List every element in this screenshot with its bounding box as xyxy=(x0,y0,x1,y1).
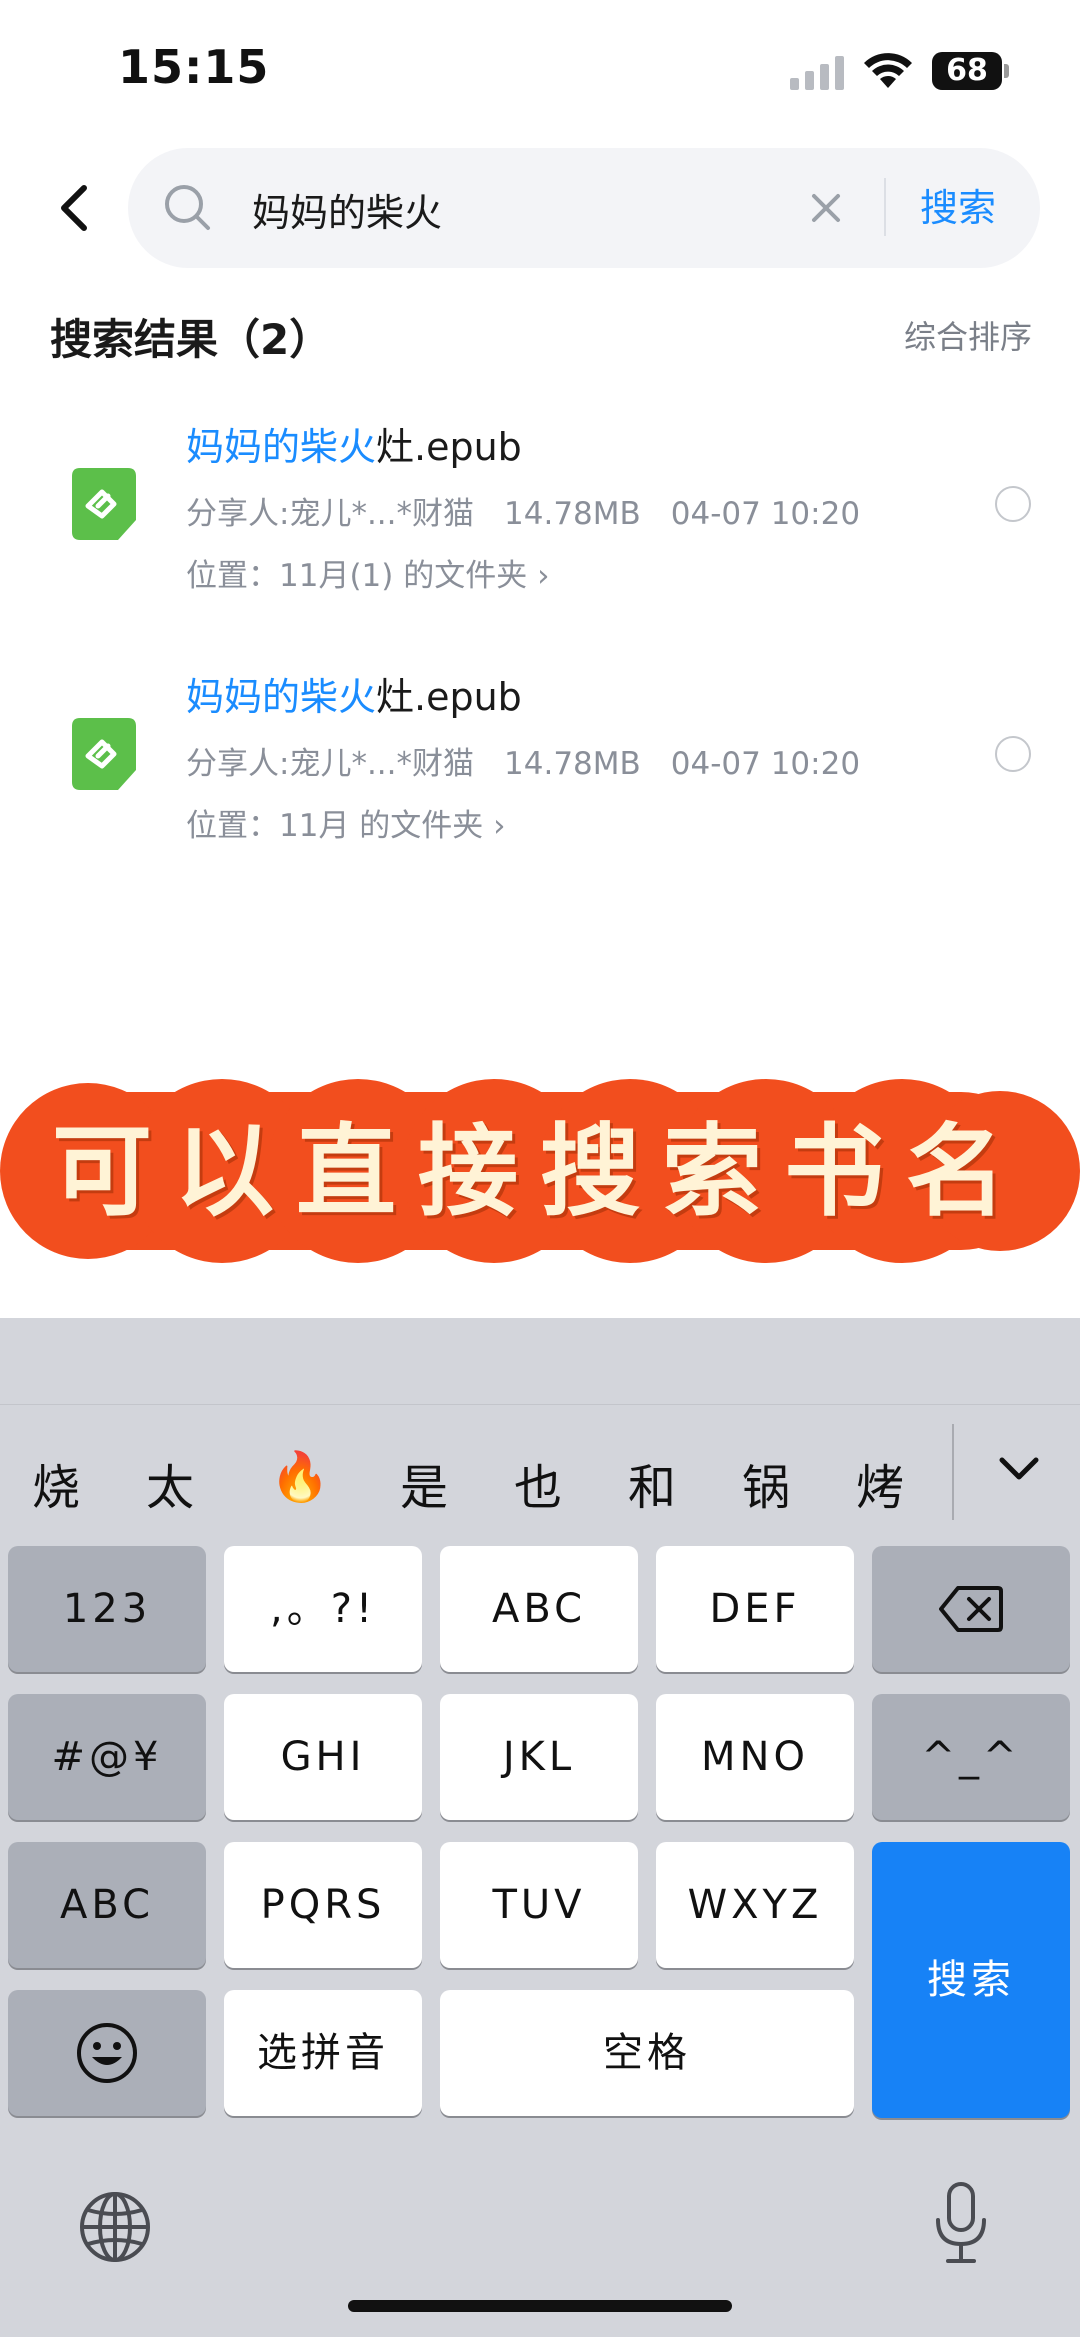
cellular-signal-icon xyxy=(790,56,844,90)
candidate-word[interactable]: 也 xyxy=(498,1448,578,1518)
key-emoticon[interactable]: ^_^ xyxy=(872,1694,1070,1820)
search-button[interactable]: 搜索 xyxy=(898,178,1018,238)
candidate-word[interactable]: 🔥 xyxy=(260,1448,340,1505)
file-title: 妈妈的柴火灶.epub xyxy=(186,666,522,721)
file-size: 14.78MB xyxy=(504,496,641,532)
title-highlight: 妈妈的柴火 xyxy=(186,675,377,719)
results-title: 搜索结果（2） xyxy=(50,315,332,364)
select-radio[interactable] xyxy=(995,486,1031,522)
chevron-right-icon: › xyxy=(493,808,506,844)
backspace-icon xyxy=(939,1586,1003,1632)
key-select-pinyin[interactable]: 选拼音 xyxy=(224,1990,422,2116)
keyboard: 烧 太 🔥 是 也 和 锅 烤 xyxy=(0,1318,1080,2337)
key-abc[interactable]: ABC xyxy=(440,1546,638,1672)
candidate-word[interactable]: 太 xyxy=(130,1448,210,1518)
chevron-right-icon: › xyxy=(537,558,550,594)
status-bar: 15:15 68 xyxy=(0,0,1080,140)
candidate-word[interactable]: 是 xyxy=(384,1448,464,1518)
file-location: 位置：11月 的文件夹 xyxy=(186,808,484,844)
home-indicator xyxy=(348,2300,732,2312)
candidate-word[interactable]: 烧 xyxy=(16,1448,96,1518)
epub-file-icon xyxy=(72,468,136,540)
list-item[interactable]: 妈妈的柴火灶.epub 分享人:宠儿*...*财猫 14.78MB 04-07 10… xyxy=(0,650,1080,880)
emoji-key[interactable] xyxy=(8,1990,206,2116)
wifi-icon xyxy=(864,53,912,88)
microphone-icon[interactable] xyxy=(930,2180,992,2266)
battery-indicator: 68 xyxy=(932,52,1009,90)
candidate-word[interactable]: 和 xyxy=(612,1448,692,1518)
list-item[interactable]: 妈妈的柴火灶.epub 分享人:宠儿*...*财猫 14.78MB 04-07 10… xyxy=(0,400,1080,630)
title-highlight: 妈妈的柴火 xyxy=(186,425,377,469)
sort-dropdown[interactable]: 综合排序 xyxy=(880,312,1032,358)
file-title: 妈妈的柴火灶.epub xyxy=(186,416,522,471)
key-punctuation[interactable]: ,。?! xyxy=(224,1546,422,1672)
file-meta: 分享人:宠儿*...*财猫 14.78MB 04-07 10:20 xyxy=(186,738,890,783)
file-sharer: 分享人:宠儿*...*财猫 xyxy=(186,496,475,532)
key-tuv[interactable]: TUV xyxy=(440,1842,638,1968)
select-radio[interactable] xyxy=(995,736,1031,772)
file-location-link[interactable]: 位置：11月 的文件夹 › xyxy=(186,800,506,845)
file-date: 04-07 10:20 xyxy=(670,496,861,532)
key-wxyz[interactable]: WXYZ xyxy=(656,1842,854,1968)
key-def[interactable]: DEF xyxy=(656,1546,854,1672)
file-location-link[interactable]: 位置：11月(1) 的文件夹 › xyxy=(186,550,549,595)
space-key[interactable]: 空格 xyxy=(440,1990,854,2116)
battery-tip xyxy=(1004,64,1009,78)
key-mno[interactable]: MNO xyxy=(656,1694,854,1820)
key-pqrs[interactable]: PQRS xyxy=(224,1842,422,1968)
key-ghi[interactable]: GHI xyxy=(224,1694,422,1820)
key-123[interactable]: 123 xyxy=(8,1546,206,1672)
file-date: 04-07 10:20 xyxy=(670,746,861,782)
battery-level: 68 xyxy=(932,52,1002,90)
overlay-banner: 可以直接搜索书名 xyxy=(0,1076,1080,1266)
candidate-word[interactable]: 锅 xyxy=(726,1448,806,1518)
key-symbols[interactable]: #@¥ xyxy=(8,1694,206,1820)
title-rest: 灶.epub xyxy=(376,675,522,719)
candidate-word[interactable]: 烤 xyxy=(840,1448,920,1518)
emoji-icon xyxy=(77,2023,137,2083)
status-time: 15:15 xyxy=(118,40,270,94)
file-location: 位置：11月(1) 的文件夹 xyxy=(186,558,528,594)
chevron-down-icon[interactable] xyxy=(994,1444,1044,1494)
file-size: 14.78MB xyxy=(504,746,641,782)
key-abc-mode[interactable]: ABC xyxy=(8,1842,206,1968)
search-divider xyxy=(884,178,886,236)
banner-text: 可以直接搜索书名 xyxy=(52,1112,1028,1230)
epub-file-icon xyxy=(72,718,136,790)
clear-icon[interactable] xyxy=(806,188,846,228)
back-arrow-icon[interactable] xyxy=(44,170,104,246)
file-sharer: 分享人:宠儿*...*财猫 xyxy=(186,746,475,782)
file-meta: 分享人:宠儿*...*财猫 14.78MB 04-07 10:20 xyxy=(186,488,890,533)
backspace-key[interactable] xyxy=(872,1546,1070,1672)
title-rest: 灶.epub xyxy=(376,425,522,469)
search-key[interactable]: 搜索 xyxy=(872,1842,1070,2118)
candidate-divider xyxy=(952,1424,954,1520)
search-input[interactable] xyxy=(252,180,772,238)
search-icon xyxy=(165,185,210,230)
key-jkl[interactable]: JKL xyxy=(440,1694,638,1820)
globe-icon[interactable] xyxy=(78,2190,152,2264)
